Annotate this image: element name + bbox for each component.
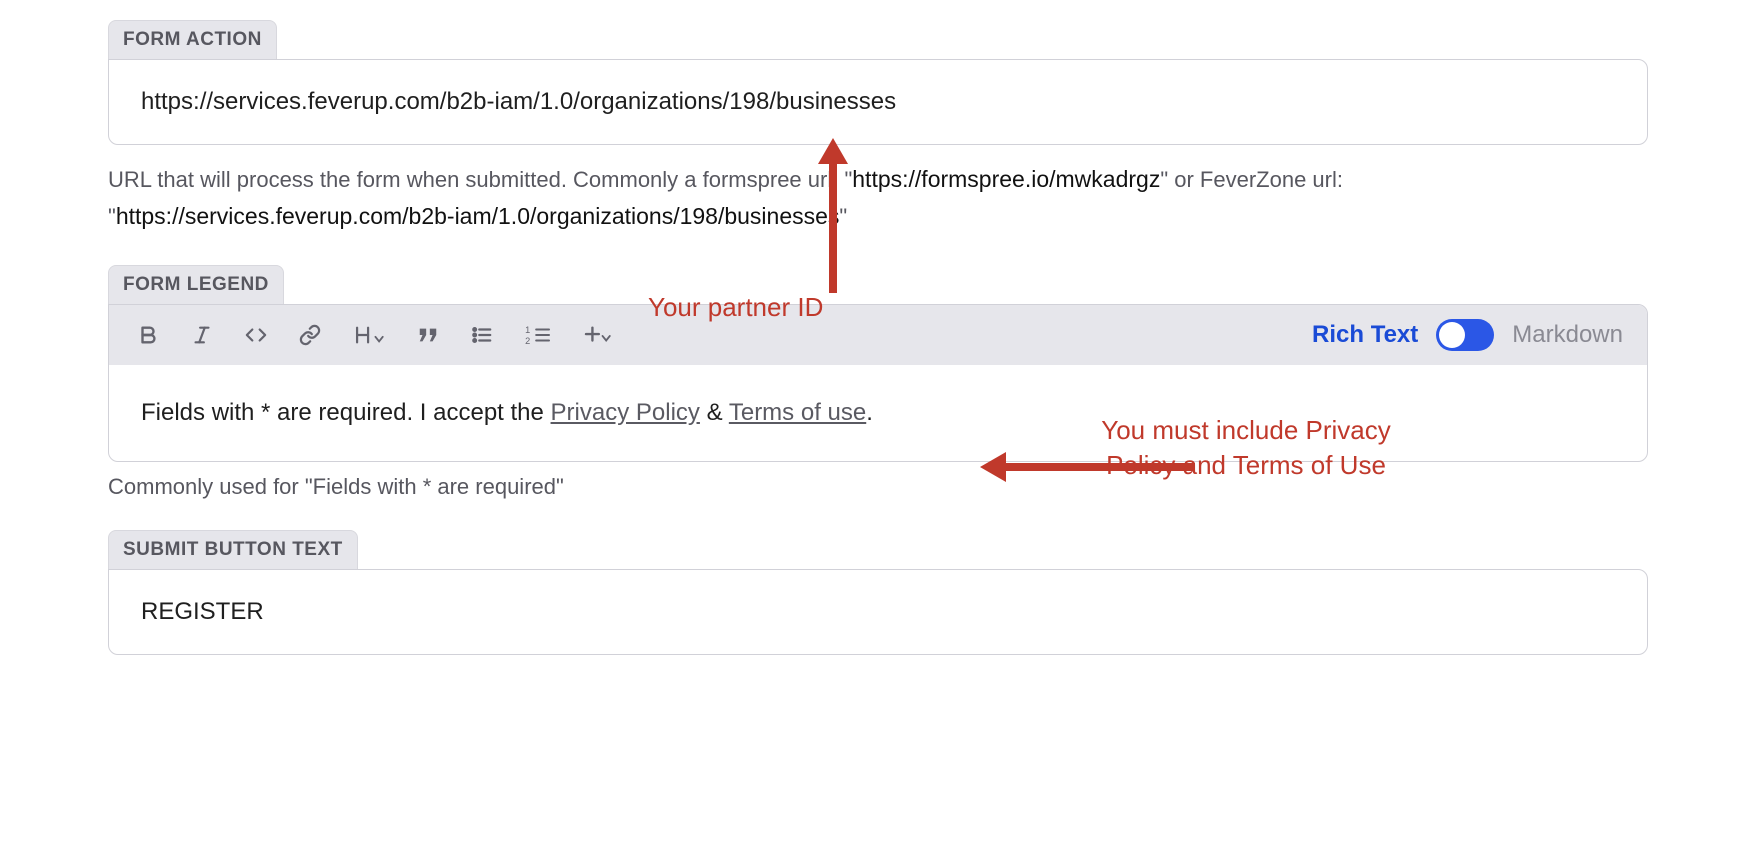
link-icon[interactable] [295,320,325,350]
ordered-list-icon[interactable]: 12 [521,320,555,350]
rich-text-mode-label[interactable]: Rich Text [1312,321,1418,349]
quote-icon[interactable] [413,320,443,350]
italic-icon[interactable] [187,320,217,350]
form-action-help: URL that will process the form when subm… [108,161,1648,235]
form-legend-body[interactable]: Fields with * are required. I accept the… [109,365,1647,461]
form-action-group: FORM ACTION [108,20,1648,145]
legend-text-mid: & [700,399,729,426]
unordered-list-icon[interactable] [467,320,497,350]
form-action-input[interactable] [108,59,1648,145]
terms-of-use-link[interactable]: Terms of use [729,399,866,426]
form-action-help-prefix: URL that will process the form when subm… [108,167,844,192]
submit-button-text-label: SUBMIT BUTTON TEXT [108,530,358,569]
privacy-policy-link[interactable]: Privacy Policy [551,399,700,426]
svg-text:1: 1 [525,325,530,335]
markdown-mode-label[interactable]: Markdown [1512,321,1623,349]
editor-toolbar: 12 Rich Text Markdown [109,305,1647,365]
form-legend-editor: 12 Rich Text Markdown Fields with * are … [108,304,1648,462]
bold-icon[interactable] [133,320,163,350]
submit-button-text-group: SUBMIT BUTTON TEXT [108,530,1648,655]
editor-mode-toggle[interactable] [1436,319,1494,351]
submit-button-text-input[interactable] [108,569,1648,655]
form-action-help-url2: https://services.feverup.com/b2b-iam/1.0… [116,203,840,229]
add-block-icon[interactable] [579,320,615,350]
code-icon[interactable] [241,320,271,350]
svg-text:2: 2 [525,336,530,346]
form-action-help-mid: or FeverZone url: [1168,167,1343,192]
legend-text-suffix: . [866,399,873,426]
form-legend-group: FORM LEGEND [108,265,1648,462]
heading-icon[interactable] [349,320,389,350]
form-legend-label: FORM LEGEND [108,265,284,304]
form-action-label: FORM ACTION [108,20,277,59]
form-legend-help: Commonly used for "Fields with * are req… [108,474,1648,500]
form-action-help-url1: https://formspree.io/mwkadrgz [852,166,1160,192]
legend-text-prefix: Fields with * are required. I accept the [141,399,551,426]
